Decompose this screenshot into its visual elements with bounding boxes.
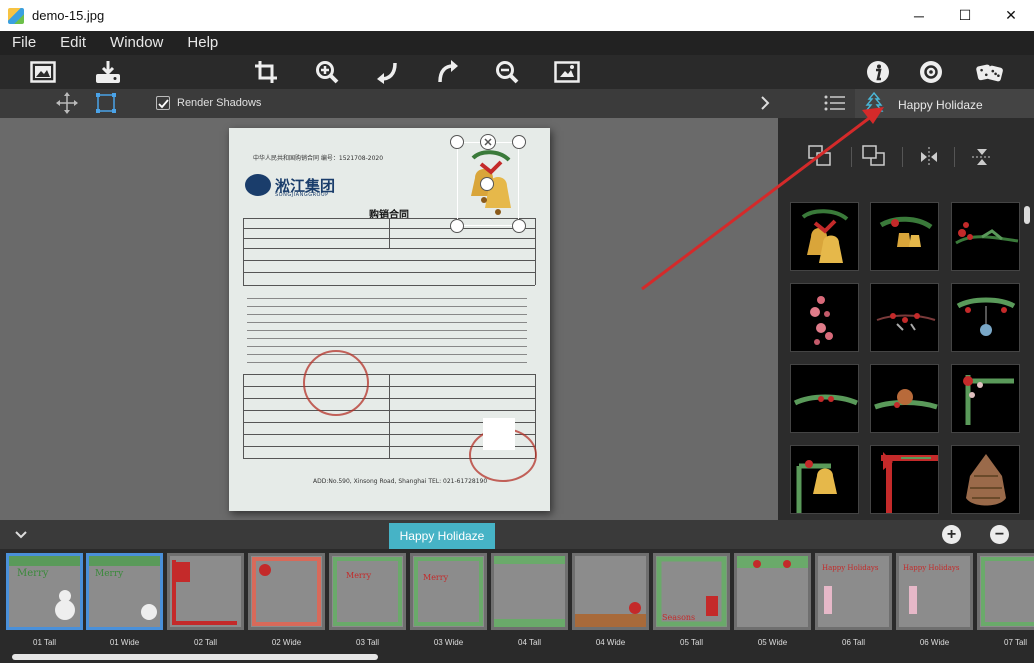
render-shadows-label: Render Shadows — [177, 97, 262, 109]
frames-strip-header — [0, 520, 1034, 549]
document-header-line: 中华人民共和国购销合同 编号：1521708-2020 — [253, 155, 384, 162]
svg-text:Merry: Merry — [423, 573, 449, 582]
sticker-tools — [806, 143, 1016, 171]
frame-thumbnail[interactable]: Merry 03 Tall — [329, 553, 406, 649]
save-download-icon[interactable] — [94, 59, 122, 85]
christmas-tree-icon — [864, 91, 884, 119]
dice-icon[interactable] — [976, 59, 1004, 85]
minimize-button[interactable]: ─ — [896, 0, 942, 31]
resize-handle-bottom-right[interactable] — [512, 219, 526, 233]
document-company-english: SONGJIANGGROUP — [275, 192, 329, 198]
resize-handle-top-right[interactable] — [512, 135, 526, 149]
svg-text:Merry: Merry — [17, 568, 49, 579]
bring-forward-icon[interactable] — [862, 145, 886, 172]
app-icon — [8, 7, 24, 24]
add-frame-button[interactable]: + — [942, 525, 961, 544]
close-button[interactable]: ✕ — [988, 0, 1034, 31]
sticker-thumbnail[interactable] — [951, 364, 1020, 433]
settings-icon[interactable] — [917, 59, 945, 85]
sticker-thumbnail[interactable] — [790, 445, 859, 514]
maximize-button[interactable]: ☐ — [942, 0, 988, 31]
send-backward-icon[interactable] — [808, 145, 832, 172]
window-title: demo-15.jpg — [32, 8, 105, 23]
crop-icon[interactable] — [252, 59, 280, 85]
collapse-chevron-icon[interactable] — [14, 527, 28, 545]
frame-thumbnail[interactable]: Seasons 05 Tall — [653, 553, 730, 649]
rotate-handle[interactable] — [480, 177, 494, 191]
move-icon[interactable] — [55, 92, 79, 114]
sticker-thumbnail[interactable] — [790, 283, 859, 352]
company-logo — [245, 174, 271, 196]
flip-vertical-icon[interactable] — [972, 146, 992, 173]
sticker-thumbnail[interactable] — [790, 364, 859, 433]
list-view-icon[interactable] — [824, 94, 846, 114]
menu-window[interactable]: Window — [98, 31, 175, 55]
sticker-thumbnail[interactable] — [951, 445, 1020, 514]
render-shadows-checkbox[interactable] — [156, 96, 170, 110]
svg-text:Seasons: Seasons — [662, 613, 695, 622]
flip-horizontal-icon[interactable] — [918, 147, 940, 172]
editing-canvas[interactable]: 中华人民共和国购销合同 编号：1521708-2020 淞江集团 SONGJIA… — [0, 118, 778, 520]
select-area-icon[interactable] — [94, 92, 118, 114]
main-toolbar — [0, 55, 1034, 89]
sticker-thumbnail[interactable] — [870, 445, 939, 514]
menu-help[interactable]: Help — [175, 31, 230, 55]
sticker-thumbnail[interactable] — [870, 202, 939, 271]
svg-text:Happy Holidays: Happy Holidays — [903, 564, 960, 572]
undo-icon[interactable] — [373, 59, 401, 85]
zoom-out-icon[interactable] — [493, 59, 521, 85]
frame-thumbnail[interactable]: 02 Wide — [248, 553, 325, 649]
zoom-in-icon[interactable] — [313, 59, 341, 85]
resize-handle-top-left[interactable] — [450, 135, 464, 149]
frame-thumbnail[interactable]: Happy Holidays 06 Tall — [815, 553, 892, 649]
frame-thumbnail[interactable]: Merry 01 Wide — [86, 553, 163, 649]
fit-image-icon[interactable] — [553, 59, 581, 85]
sticker-thumbnail[interactable] — [870, 283, 939, 352]
svg-text:Merry: Merry — [95, 569, 124, 579]
sticker-thumbnail[interactable] — [870, 364, 939, 433]
frame-thumbnail[interactable]: 07 Tall — [977, 553, 1034, 649]
menu-bar: File Edit Window Help — [0, 31, 1034, 55]
canvas-toolbar: Render Shadows — [0, 89, 778, 118]
frame-thumbnail[interactable]: 02 Tall — [167, 553, 244, 649]
document-footer-line: ADD:No.590, Xinsong Road, Shanghai TEL: … — [313, 478, 488, 485]
sticker-thumbnail[interactable] — [790, 202, 859, 271]
sticker-thumbnail[interactable] — [951, 202, 1020, 271]
resize-handle-bottom-left[interactable] — [450, 219, 464, 233]
remove-frame-button[interactable]: − — [990, 525, 1009, 544]
frames-strip-scrollbar[interactable] — [12, 654, 378, 660]
frame-thumbnail[interactable]: 05 Wide — [734, 553, 811, 649]
svg-text:Merry: Merry — [346, 571, 372, 580]
red-seal-stamp — [303, 350, 369, 416]
open-image-icon[interactable] — [29, 59, 57, 85]
menu-file[interactable]: File — [0, 31, 48, 55]
frames-strip: Merry 01 Tall Merry 01 Wide 02 Tall 02 W… — [0, 549, 1034, 663]
delete-sticker-icon[interactable] — [480, 134, 496, 150]
sticker-category-title: Happy Holidaze — [898, 98, 983, 112]
sticker-panel-scrollbar[interactable] — [1024, 206, 1030, 224]
chevron-right-icon[interactable] — [753, 92, 777, 114]
sticker-thumbnail[interactable] — [951, 283, 1020, 352]
frame-thumbnail[interactable]: 04 Wide — [572, 553, 649, 649]
frame-thumbnail[interactable]: Merry 01 Tall — [6, 553, 83, 649]
frame-thumbnail[interactable]: 04 Tall — [491, 553, 568, 649]
svg-text:Happy Holidays: Happy Holidays — [822, 564, 879, 572]
menu-edit[interactable]: Edit — [48, 31, 98, 55]
title-bar: demo-15.jpg ─ ☐ ✕ — [0, 0, 1034, 31]
frames-category-tab[interactable]: Happy Holidaze — [389, 523, 495, 549]
frame-thumbnail[interactable]: Merry 03 Wide — [410, 553, 487, 649]
redo-icon[interactable] — [434, 59, 462, 85]
info-icon[interactable] — [864, 59, 892, 85]
frame-thumbnail[interactable]: Happy Holidays 06 Wide — [896, 553, 973, 649]
